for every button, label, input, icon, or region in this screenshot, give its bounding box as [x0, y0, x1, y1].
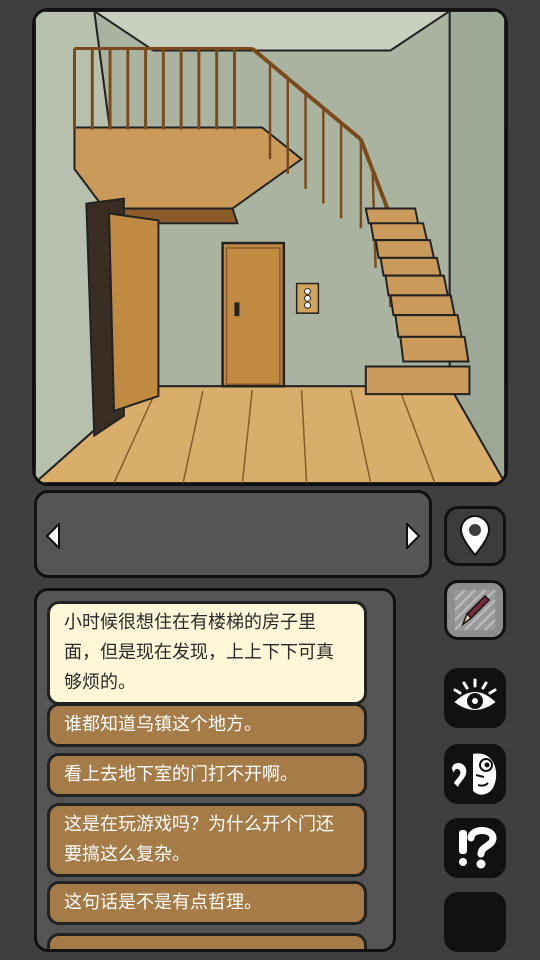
dialog-option-3[interactable]: 看上去地下室的门打不开啊。: [47, 753, 367, 797]
dialog-option-2[interactable]: 谁都知道乌镇这个地方。: [47, 703, 367, 747]
talk-button[interactable]: [444, 744, 506, 804]
question-button[interactable]: [444, 818, 506, 878]
scene-viewport[interactable]: [32, 8, 508, 486]
pencil-icon: [454, 589, 496, 631]
triangle-left-icon[interactable]: [45, 523, 61, 549]
dialog-option-1[interactable]: 小时候很想住在有楼梯的房子里面，但是现在发现，上上下下可真够烦的。: [47, 601, 367, 705]
triangle-right-icon[interactable]: [405, 523, 421, 549]
dialog-panel: 小时候很想住在有楼梯的房子里面，但是现在发现，上上下下可真够烦的。 谁都知道乌镇…: [34, 588, 396, 952]
eye-icon: [453, 678, 497, 710]
extra-button[interactable]: [444, 892, 506, 952]
scene-navigation-bar: [34, 490, 432, 578]
exclamation-question-icon: [459, 827, 497, 869]
speech-face-icon: [452, 751, 499, 797]
hallway-illustration: [35, 11, 505, 483]
dialog-option-partial[interactable]: [47, 933, 367, 949]
map-pin-icon: [459, 515, 491, 557]
notes-button[interactable]: [444, 580, 506, 640]
dialog-option-4[interactable]: 这是在玩游戏吗？为什么开个门还要搞这么复杂。: [47, 803, 367, 877]
map-button[interactable]: [444, 506, 506, 566]
dialog-option-5[interactable]: 这句话是不是有点哲理。: [47, 881, 367, 925]
look-button[interactable]: [444, 668, 506, 728]
